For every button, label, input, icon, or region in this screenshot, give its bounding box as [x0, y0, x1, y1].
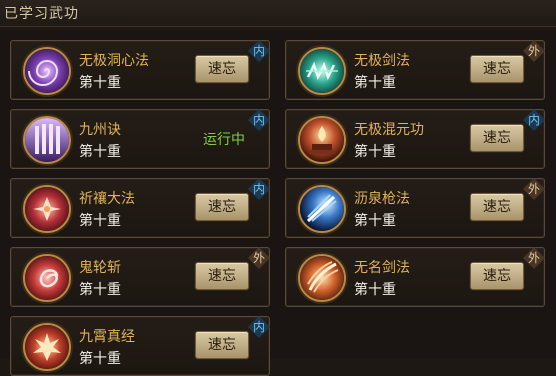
forget-button[interactable]: 速忘 [470, 262, 524, 290]
orange-slash-icon [298, 254, 346, 302]
skill-level: 第十重 [354, 282, 396, 298]
skill-name: 无极剑法 [354, 53, 410, 69]
red-spiral-wheel-icon [23, 254, 71, 302]
red-flame-burst-icon [23, 323, 71, 371]
inner-badge: 内 [248, 40, 270, 62]
skill-name: 九霄真经 [79, 329, 135, 345]
skill-level: 第十重 [354, 213, 396, 229]
skill-level: 第十重 [79, 75, 121, 91]
teal-sword-energy-icon [298, 47, 346, 95]
forget-button[interactable]: 速忘 [470, 124, 524, 152]
forget-button[interactable]: 速忘 [470, 193, 524, 221]
outer-badge: 外 [248, 247, 270, 269]
skill-card-jiuxiao[interactable]: 九霄真经 第十重 速忘 内 [10, 316, 270, 376]
skill-name: 祈禳大法 [79, 191, 135, 207]
outer-badge: 外 [523, 247, 545, 269]
inner-badge: 内 [523, 109, 545, 131]
forget-button[interactable]: 速忘 [470, 55, 524, 83]
skill-name: 九州诀 [79, 122, 121, 138]
skill-name: 无极洞心法 [79, 53, 149, 69]
skill-name: 无名剑法 [354, 260, 410, 276]
forget-button[interactable]: 速忘 [195, 55, 249, 83]
skill-name: 沥泉枪法 [354, 191, 410, 207]
header-bar: 已学习武功 [0, 0, 556, 27]
violet-pillars-icon [23, 116, 71, 164]
skill-name: 鬼轮斩 [79, 260, 121, 276]
running-status: 运行中 [203, 132, 245, 148]
forget-button[interactable]: 速忘 [195, 262, 249, 290]
inner-badge: 内 [248, 109, 270, 131]
skill-name: 无极混元功 [354, 122, 424, 138]
inner-badge: 内 [248, 178, 270, 200]
skill-level: 第十重 [79, 213, 121, 229]
skill-level: 第十重 [79, 144, 121, 160]
crimson-lotus-icon [23, 185, 71, 233]
blue-spear-strike-icon [298, 185, 346, 233]
skill-card-qirang[interactable]: 祈禳大法 第十重 速忘 内 [10, 178, 270, 238]
forget-button[interactable]: 速忘 [195, 193, 249, 221]
skill-card-liquan-spear[interactable]: 沥泉枪法 第十重 速忘 外 [285, 178, 545, 238]
purple-vortex-icon [23, 47, 71, 95]
skill-level: 第十重 [79, 282, 121, 298]
skill-level: 第十重 [354, 144, 396, 160]
skill-card-wuji-hunyuan[interactable]: 无极混元功 第十重 速忘 内 [285, 109, 545, 169]
skill-level: 第十重 [79, 351, 121, 367]
section-title: 已学习武功 [4, 6, 79, 22]
skill-card-wuji-sword[interactable]: 无极剑法 第十重 速忘 外 [285, 40, 545, 100]
skill-card-jiuzhou[interactable]: 九州诀 第十重 运行中 内 [10, 109, 270, 169]
fire-altar-icon [298, 116, 346, 164]
skill-card-wuming-sword[interactable]: 无名剑法 第十重 速忘 外 [285, 247, 545, 307]
skill-list-panel: 无极洞心法 第十重 速忘 内 无极剑法 第十重 速忘 外 九州诀 第十重 运行中… [0, 30, 556, 376]
skill-card-guilun[interactable]: 鬼轮斩 第十重 速忘 外 [10, 247, 270, 307]
outer-badge: 外 [523, 178, 545, 200]
inner-badge: 内 [248, 316, 270, 338]
skill-level: 第十重 [354, 75, 396, 91]
skill-card-wuji-dongxin[interactable]: 无极洞心法 第十重 速忘 内 [10, 40, 270, 100]
forget-button[interactable]: 速忘 [195, 331, 249, 359]
outer-badge: 外 [523, 40, 545, 62]
